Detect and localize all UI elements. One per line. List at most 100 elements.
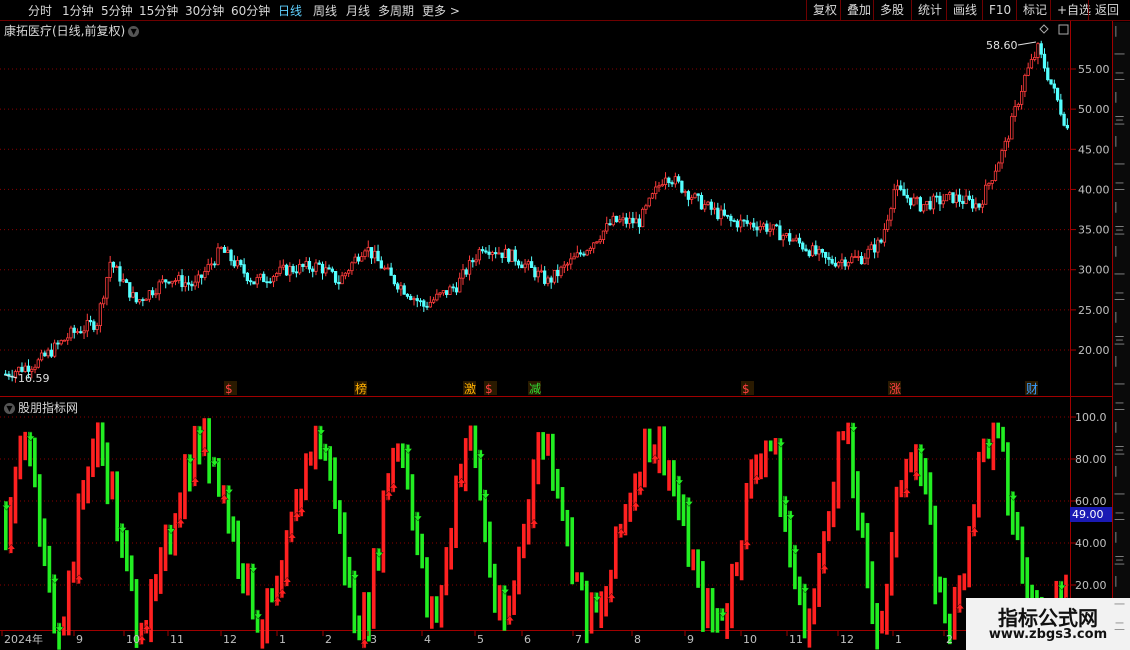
candle [82, 325, 86, 340]
candle [36, 357, 40, 369]
candle [925, 200, 929, 211]
strip-glyph: 一 [1114, 378, 1125, 391]
candle [1042, 48, 1047, 72]
candle [118, 261, 122, 287]
indicator-bar [110, 471, 115, 500]
candle [902, 182, 906, 196]
up-arrow-icon [820, 564, 829, 574]
candle [1006, 135, 1011, 148]
indicator-bar [715, 608, 720, 633]
candle [585, 249, 589, 257]
up-arrow-icon [74, 574, 84, 584]
chevron-down-icon[interactable]: ▼ [4, 403, 15, 414]
indicator-bar [439, 585, 444, 628]
indicator-bar [604, 586, 608, 617]
event-marker: 榜 [355, 381, 367, 396]
date-axis-label: 8 [634, 633, 641, 646]
candle [206, 258, 210, 276]
event-marker: $ [225, 382, 233, 396]
date-axis-label: 11 [789, 633, 803, 646]
candle [778, 220, 782, 241]
candle [66, 332, 70, 345]
candle [121, 273, 125, 283]
indicator-bar [13, 466, 18, 524]
candle [974, 197, 978, 212]
up-arrow-icon [190, 476, 200, 487]
strip-glyph: 一 [1114, 598, 1125, 611]
candle [471, 257, 475, 268]
candle [376, 244, 380, 262]
candle [330, 266, 334, 274]
candle [402, 283, 406, 295]
candle [147, 289, 152, 303]
candle [59, 339, 63, 346]
candle [56, 340, 60, 350]
indicator-bar [163, 524, 168, 572]
candle [79, 326, 83, 334]
indicator-bar [1001, 426, 1005, 452]
indicator-bar [589, 592, 594, 634]
indicator-bar [909, 452, 913, 473]
candle [386, 263, 390, 270]
candle [948, 190, 952, 201]
candle [863, 253, 867, 265]
indicator-bar [705, 588, 710, 629]
strip-glyph: 二 [1114, 70, 1125, 83]
candle [673, 172, 677, 188]
candle [115, 264, 119, 269]
indicator-bar [381, 490, 386, 573]
event-marker: 减 [529, 382, 541, 396]
candle [141, 297, 145, 307]
price-axis-label: 25.00 [1078, 304, 1110, 317]
candle [647, 197, 651, 208]
candle [284, 263, 289, 276]
down-arrow-icon [800, 583, 810, 594]
indicator-bar [565, 509, 570, 547]
event-marker: 激 [464, 382, 476, 396]
candle [618, 215, 622, 224]
indicator-bar [657, 426, 662, 474]
indicator-bar [449, 527, 454, 570]
candle [621, 212, 625, 227]
indicator-bar [313, 425, 318, 470]
indicator-axis-label: 100.0 [1075, 411, 1107, 424]
candle [92, 319, 96, 333]
candle [219, 246, 223, 250]
candle [957, 188, 962, 207]
strip-glyph: 三 [1114, 114, 1125, 127]
candle [435, 289, 439, 302]
candle [258, 273, 263, 281]
indicator-bar [856, 471, 860, 531]
candle [536, 266, 540, 283]
candle [657, 181, 661, 192]
indicator-bar [100, 422, 105, 466]
indicator-bar [546, 433, 550, 456]
candle [1010, 113, 1014, 140]
down-arrow-icon [248, 563, 258, 573]
price-axis-label: 55.00 [1078, 63, 1110, 76]
candle [837, 260, 841, 269]
candle [10, 369, 14, 382]
candle [477, 246, 481, 265]
indicator-bar [270, 588, 274, 603]
candle [474, 254, 478, 266]
candle [696, 193, 700, 202]
indicator-bar [342, 512, 347, 586]
indicator-bar [923, 458, 928, 495]
candle [360, 252, 364, 262]
candle [827, 252, 831, 266]
candle [268, 277, 272, 284]
candle [441, 290, 446, 296]
candle [1052, 79, 1056, 94]
date-axis-label: 3 [370, 633, 377, 646]
down-arrow-icon [684, 497, 694, 507]
candle [853, 249, 857, 259]
strip-glyph: 二 [1114, 620, 1125, 633]
diamond-icon [1039, 24, 1049, 34]
indicator-bar [952, 586, 957, 640]
candle [203, 266, 207, 281]
candle [843, 256, 847, 270]
candle [415, 294, 419, 308]
indicator-bar [62, 616, 66, 636]
candle [464, 267, 468, 277]
